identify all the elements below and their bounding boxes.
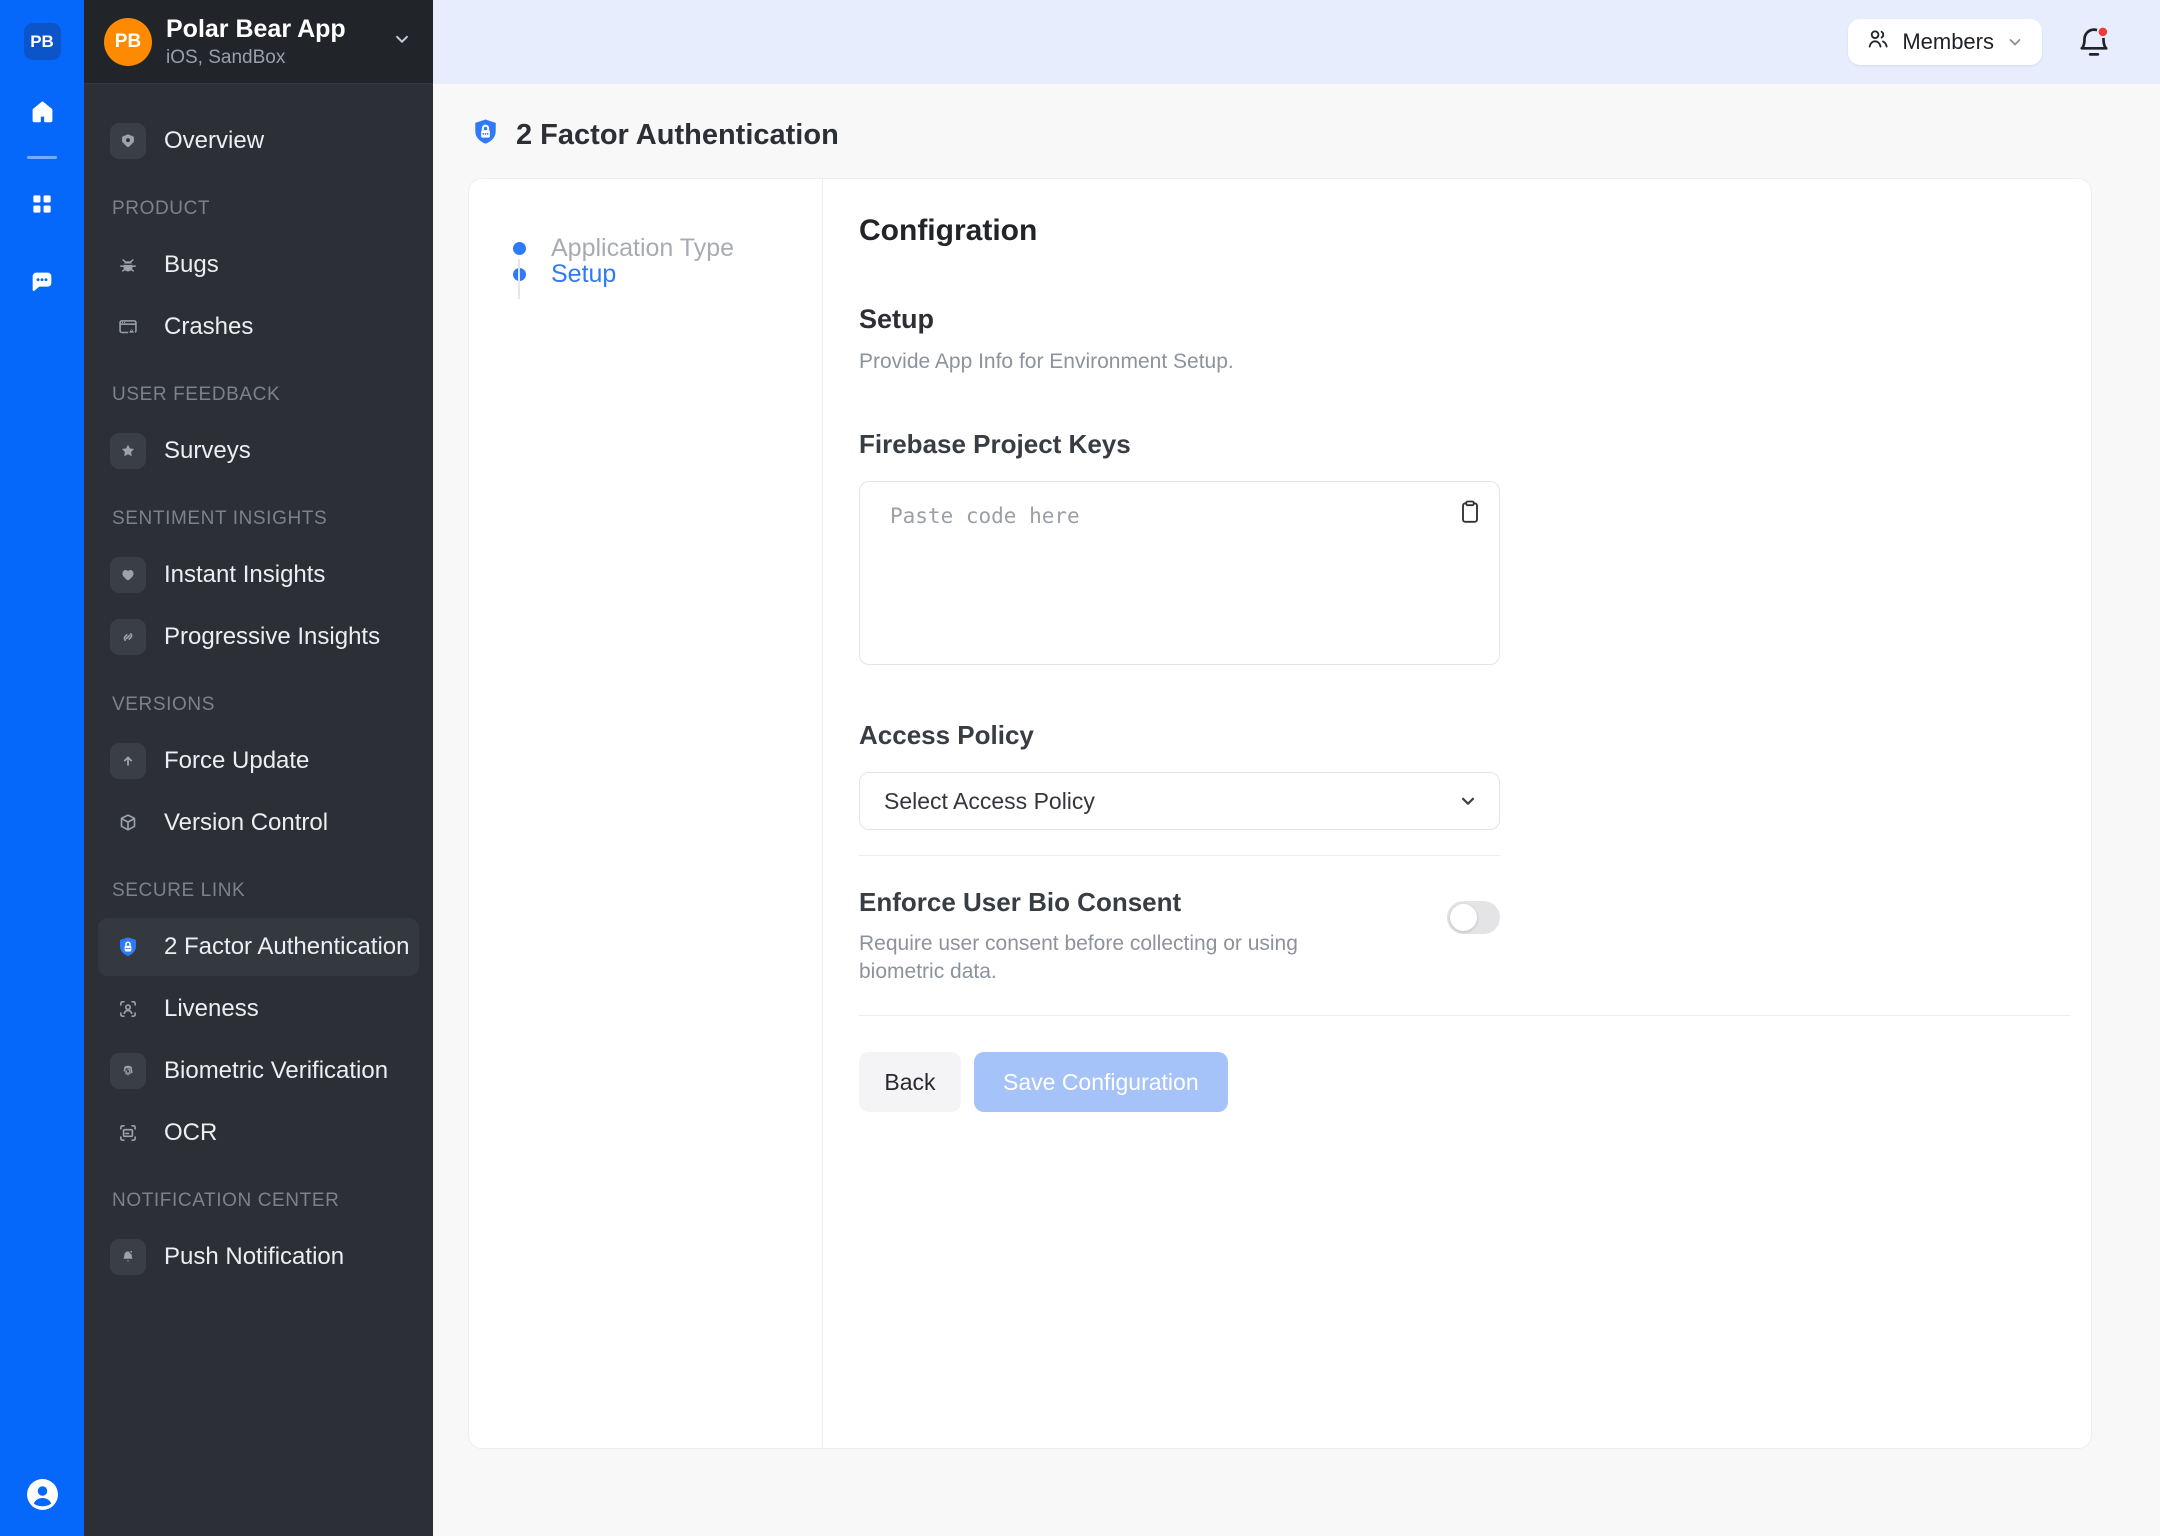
sidebar-item-bugs[interactable]: Bugs xyxy=(98,236,419,294)
sidebar-nav: Overview PRODUCT Bugs Crashes USER FEEDB… xyxy=(84,84,433,1536)
back-button[interactable]: Back xyxy=(859,1052,961,1112)
dashboard-grid-icon[interactable] xyxy=(27,189,57,219)
notifications-bell-icon[interactable] xyxy=(2074,22,2114,62)
sidebar-item-2-factor-authentication[interactable]: 2 Factor Authentication xyxy=(98,918,419,976)
nav-section-label: USER FEEDBACK xyxy=(112,384,419,406)
nav-section-label: NOTIFICATION CENTER xyxy=(112,1190,419,1212)
step-dot xyxy=(513,242,526,255)
form-actions: Back Save Configuration xyxy=(859,1052,2091,1112)
divider xyxy=(859,1015,2071,1016)
sidebar-item-liveness[interactable]: Liveness xyxy=(98,980,419,1038)
toggle-knob xyxy=(1450,904,1477,931)
bio-consent-title: Enforce User Bio Consent xyxy=(859,887,1314,918)
step-application-type[interactable]: Application Type xyxy=(513,235,822,261)
shield-lock-icon xyxy=(470,116,501,154)
bio-consent-toggle[interactable] xyxy=(1447,901,1500,934)
chevron-down-icon xyxy=(2005,32,2025,52)
sidebar-item-progressive-insights[interactable]: Progressive Insights xyxy=(98,608,419,666)
surveys-icon xyxy=(110,433,146,469)
sidebar-item-force-update[interactable]: Force Update xyxy=(98,732,419,790)
page-header: 2 Factor Authentication xyxy=(433,84,2160,154)
configuration-content: Configration Setup Provide App Info for … xyxy=(823,179,2091,1448)
setup-subtitle: Provide App Info for Environment Setup. xyxy=(859,350,2091,374)
chevron-down-icon xyxy=(1457,790,1479,812)
bio-consent-subtitle: Require user consent before collecting o… xyxy=(859,930,1314,985)
firebase-keys-input[interactable] xyxy=(860,482,1499,664)
sidebar-item-ocr[interactable]: OCR xyxy=(98,1104,419,1162)
save-configuration-button[interactable]: Save Configuration xyxy=(974,1052,1228,1112)
access-policy-select[interactable]: Select Access Policy xyxy=(859,772,1500,830)
app-name: Polar Bear App xyxy=(166,15,346,44)
rail-divider xyxy=(27,156,57,159)
stepper: Application Type Setup xyxy=(469,179,823,1448)
bio-consent-row: Enforce User Bio Consent Require user co… xyxy=(859,887,1500,985)
nav-section-label: SENTIMENT INSIGHTS xyxy=(112,508,419,530)
app-switcher[interactable]: PB Polar Bear App iOS, SandBox xyxy=(84,0,433,84)
clipboard-icon[interactable] xyxy=(1455,496,1485,528)
crashes-icon xyxy=(110,309,146,345)
members-dropdown[interactable]: Members xyxy=(1848,19,2042,65)
overview-icon xyxy=(110,123,146,159)
shield-lock-icon xyxy=(110,929,146,965)
ocr-icon xyxy=(110,1115,146,1151)
topbar: Members xyxy=(433,0,2160,84)
members-icon xyxy=(1865,26,1891,58)
progressive-insights-icon xyxy=(110,619,146,655)
home-icon[interactable] xyxy=(27,96,57,126)
nav-section-label: VERSIONS xyxy=(112,694,419,716)
icon-rail: PB xyxy=(0,0,84,1536)
configuration-card: Application Type Setup Configration Setu… xyxy=(468,178,2092,1449)
setup-heading: Setup xyxy=(859,304,2091,335)
push-notification-icon xyxy=(110,1239,146,1275)
configuration-heading: Configration xyxy=(859,214,2091,248)
sidebar-item-version-control[interactable]: Version Control xyxy=(98,794,419,852)
divider xyxy=(859,855,1500,856)
sidebar-item-overview[interactable]: Overview xyxy=(98,112,419,170)
sidebar-item-instant-insights[interactable]: Instant Insights xyxy=(98,546,419,604)
step-setup[interactable]: Setup xyxy=(513,261,822,287)
sidebar-item-push-notification[interactable]: Push Notification xyxy=(98,1228,419,1286)
chevron-down-icon xyxy=(391,28,413,55)
step-connector xyxy=(518,259,520,299)
access-policy-label: Access Policy xyxy=(859,720,2091,751)
app-avatar: PB xyxy=(104,18,152,66)
main-area: Members 2 Factor Authentication Applicat… xyxy=(433,0,2160,1536)
page-title: 2 Factor Authentication xyxy=(516,119,839,152)
biometric-icon xyxy=(110,1053,146,1089)
firebase-keys-field xyxy=(859,481,1500,665)
instant-insights-icon xyxy=(110,557,146,593)
user-avatar-icon[interactable] xyxy=(26,1478,59,1514)
nav-section-label: SECURE LINK xyxy=(112,880,419,902)
chat-icon[interactable] xyxy=(27,267,57,297)
app-environment: iOS, SandBox xyxy=(166,47,346,69)
nav-section-label: PRODUCT xyxy=(112,198,419,220)
version-control-icon xyxy=(110,805,146,841)
sidebar-item-crashes[interactable]: Crashes xyxy=(98,298,419,356)
sidebar-item-biometric-verification[interactable]: Biometric Verification xyxy=(98,1042,419,1100)
sidebar: PB Polar Bear App iOS, SandBox Overview … xyxy=(84,0,433,1536)
force-update-icon xyxy=(110,743,146,779)
bugs-icon xyxy=(110,247,146,283)
liveness-icon xyxy=(110,991,146,1027)
workspace-badge[interactable]: PB xyxy=(24,23,61,60)
firebase-keys-label: Firebase Project Keys xyxy=(859,429,2091,460)
access-policy-value: Select Access Policy xyxy=(884,788,1095,815)
members-label: Members xyxy=(1902,29,1994,55)
sidebar-item-surveys[interactable]: Surveys xyxy=(98,422,419,480)
